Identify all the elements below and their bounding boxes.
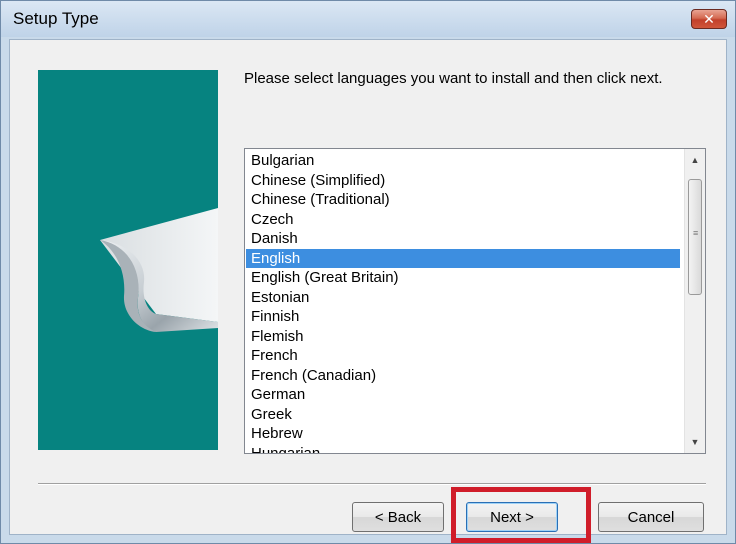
arrow-down-icon: ▼ — [690, 437, 700, 447]
close-icon: ✕ — [703, 10, 715, 27]
list-item[interactable]: Danish — [246, 229, 680, 249]
next-highlight-box — [451, 487, 591, 543]
cancel-button[interactable]: Cancel — [598, 502, 704, 532]
separator-line — [38, 483, 706, 485]
scroll-thumb[interactable]: ≡ — [688, 179, 702, 295]
instruction-text: Please select languages you want to inst… — [244, 70, 663, 87]
back-button[interactable]: < Back — [352, 502, 444, 532]
page-curl-icon — [100, 208, 218, 332]
list-item[interactable]: Flemish — [246, 327, 680, 347]
list-item[interactable]: English (Great Britain) — [246, 268, 680, 288]
list-item[interactable]: French — [246, 346, 680, 366]
list-item[interactable]: Chinese (Traditional) — [246, 190, 680, 210]
dialog-body: Please select languages you want to inst… — [9, 39, 727, 535]
list-item[interactable]: Bulgarian — [246, 151, 680, 171]
list-item[interactable]: Hebrew — [246, 424, 680, 444]
grip-icon: ≡ — [693, 228, 699, 238]
language-list: Bulgarian Chinese (Simplified) Chinese (… — [246, 151, 680, 454]
list-item[interactable]: Estonian — [246, 288, 680, 308]
language-listbox[interactable]: Bulgarian Chinese (Simplified) Chinese (… — [244, 148, 706, 454]
list-item[interactable]: Greek — [246, 405, 680, 425]
list-item-selected[interactable]: English — [246, 248, 680, 268]
close-button[interactable]: ✕ — [691, 9, 727, 29]
title-bar[interactable]: Setup Type ✕ — [1, 1, 735, 37]
side-banner-image — [38, 70, 218, 450]
vertical-scrollbar[interactable]: ▲ ≡ ▼ — [684, 149, 705, 453]
list-item[interactable]: Finnish — [246, 307, 680, 327]
scroll-down-button[interactable]: ▼ — [685, 433, 705, 451]
list-item[interactable]: French (Canadian) — [246, 366, 680, 386]
setup-dialog: Setup Type ✕ Please select languages you… — [0, 0, 736, 544]
list-item[interactable]: German — [246, 385, 680, 405]
list-item[interactable]: Hungarian — [246, 444, 680, 454]
list-item[interactable]: Chinese (Simplified) — [246, 171, 680, 191]
arrow-up-icon: ▲ — [690, 155, 700, 165]
window-title: Setup Type — [13, 9, 99, 28]
scroll-up-button[interactable]: ▲ — [685, 151, 705, 169]
list-item[interactable]: Czech — [246, 210, 680, 230]
